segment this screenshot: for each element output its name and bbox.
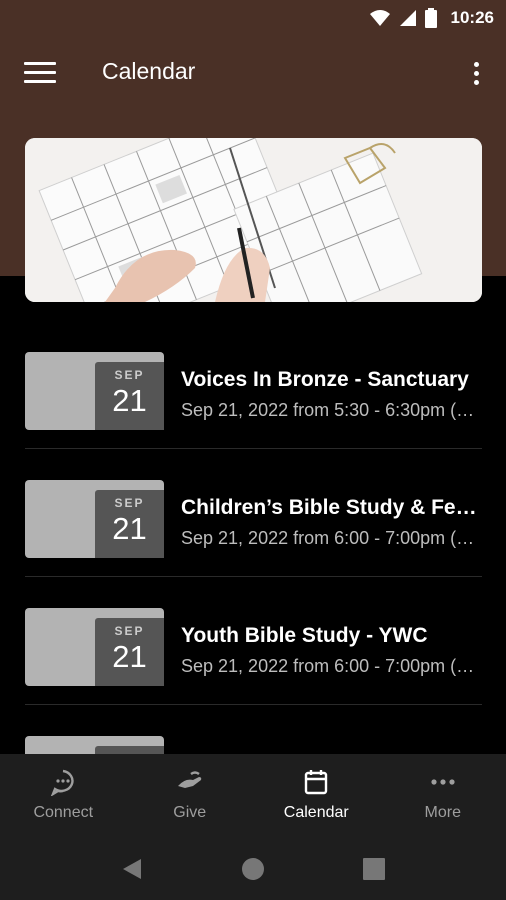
list-item[interactable]: SEP 21 Voices In Bronze - Sanctuary Sep … (25, 320, 482, 449)
hamburger-menu-icon[interactable] (24, 62, 56, 86)
date-badge: SEP 21 (95, 618, 164, 686)
date-badge (95, 746, 164, 754)
home-icon[interactable] (241, 857, 265, 881)
date-badge: SEP 21 (95, 490, 164, 558)
back-icon[interactable] (121, 857, 143, 881)
status-bar: 10:26 (0, 0, 506, 36)
date-month: SEP (114, 624, 145, 638)
date-month: SEP (114, 496, 145, 510)
date-badge: SEP 21 (95, 362, 164, 430)
date-month: SEP (114, 368, 145, 382)
event-thumbnail: SEP 21 (25, 608, 164, 686)
event-title: Youth Bible Study - YWC (181, 624, 428, 647)
event-thumbnail: SEP 21 (25, 352, 164, 430)
bottom-nav: Connect Give Calendar More (0, 754, 506, 838)
system-nav-bar (0, 838, 506, 900)
date-day: 21 (112, 511, 147, 546)
more-dots-icon (431, 779, 455, 785)
date-day: 21 (112, 639, 147, 674)
event-thumbnail (25, 736, 164, 754)
chat-bubble-icon (51, 769, 74, 796)
event-title: Children’s Bible Study & Fell... (181, 496, 481, 519)
nav-more[interactable]: More (380, 754, 506, 838)
battery-icon (424, 8, 437, 28)
event-title: Voices In Bronze - Sanctuary (181, 368, 469, 391)
list-item[interactable]: SEP 21 Youth Bible Study - YWC Sep 21, 2… (25, 576, 482, 705)
list-item[interactable]: SEP 21 Children’s Bible Study & Fell... … (25, 448, 482, 577)
nav-give[interactable]: Give (127, 754, 254, 838)
list-item-partial[interactable] (25, 704, 482, 754)
hero-image (25, 138, 482, 302)
date-day: 21 (112, 383, 147, 418)
wifi-icon (369, 10, 390, 26)
page-title: Calendar (102, 58, 196, 84)
nav-label: More (424, 804, 461, 821)
overflow-menu-icon[interactable] (466, 60, 486, 90)
calendar-icon (305, 770, 328, 795)
nav-label: Give (173, 804, 207, 821)
nav-calendar[interactable]: Calendar (253, 754, 380, 838)
recents-icon[interactable] (363, 858, 385, 880)
event-time: Sep 21, 2022 from 5:30 - 6:30pm (Ce... (181, 400, 481, 420)
give-hand-icon (177, 771, 201, 788)
nav-label: Calendar (283, 804, 349, 821)
event-time: Sep 21, 2022 from 6:00 - 7:00pm (Ce... (181, 528, 481, 548)
events-list: SEP 21 Voices In Bronze - Sanctuary Sep … (0, 320, 506, 754)
event-thumbnail: SEP 21 (25, 480, 164, 558)
nav-label: Connect (33, 804, 94, 821)
nav-connect[interactable]: Connect (0, 754, 127, 838)
event-time: Sep 21, 2022 from 6:00 - 7:00pm (Ce... (181, 656, 481, 676)
cell-signal-icon (399, 10, 416, 26)
status-time: 10:26 (450, 8, 494, 27)
